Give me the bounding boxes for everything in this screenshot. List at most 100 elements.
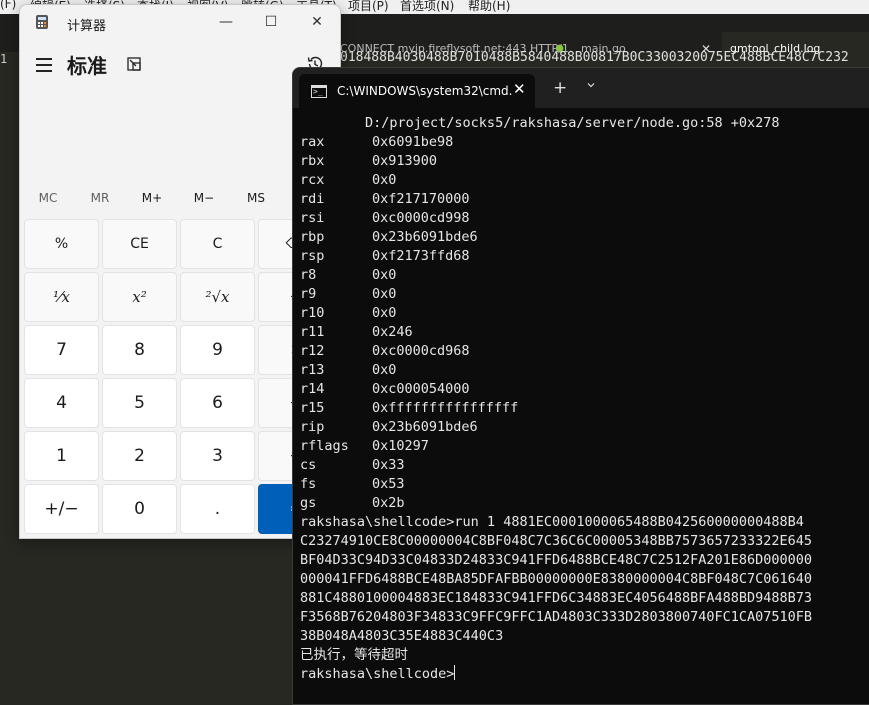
register-value: 0x0 [372,362,397,378]
digit-1-button[interactable]: 1 [24,431,99,481]
menu-project[interactable]: 项目(P) [348,0,389,14]
register-name: rsp [300,248,325,264]
register-name: rflags [300,438,349,454]
prompt-line[interactable]: rakshasa\shellcode> [300,665,812,684]
register-line: rbp 0x23b6091bde6 [300,228,812,247]
memory-recall-button[interactable]: MR [74,191,126,205]
calculator-app-icon [36,15,48,29]
digit-3-button[interactable]: 3 [180,431,255,481]
memory-add-button[interactable]: M+ [126,191,178,205]
register-name: rbx [300,153,325,169]
register-name: r13 [300,362,325,378]
register-value: 0x0 [372,286,397,302]
register-value: 0xc0000cd968 [372,343,470,359]
register-name: fs [300,476,317,492]
register-line: cs 0x33 [300,456,812,475]
register-name: r12 [300,343,325,359]
calculator-title: 计算器 [67,19,107,34]
register-value: 0x246 [372,324,413,340]
register-line: gs 0x2b [300,494,812,513]
register-line: rip 0x23b6091bde6 [300,418,812,437]
minimize-button[interactable]: — [210,11,242,33]
command-line: BF04D33C94D33C04833D24833C941FFD6488BCE4… [300,552,813,568]
chevron-down-icon[interactable] [587,81,595,89]
menu-help[interactable]: 帮助(H) [468,0,510,14]
reciprocal-button[interactable]: ¹⁄x [24,272,99,322]
digit-4-button[interactable]: 4 [24,378,99,428]
menu-preferences[interactable]: 首选项(N) [400,0,454,14]
cmd-icon: >_ [311,85,327,98]
clear-entry-button[interactable]: CE [102,219,177,269]
register-name: gs [300,495,317,511]
register-value: 0xffffffffffffffff [372,400,519,416]
register-name: rdi [300,191,325,207]
negate-button[interactable]: +/− [24,484,99,534]
percent-button[interactable]: % [24,219,99,269]
terminal-tab-cmd[interactable]: >_ C:\WINDOWS\system32\cmd. ✕ [299,74,535,108]
register-name: cs [300,457,317,473]
status-line: 已执行，等待超时 [300,647,408,663]
digit-7-button[interactable]: 7 [24,325,99,375]
new-tab-icon[interactable]: + [553,78,567,98]
register-line: r13 0x0 [300,361,812,380]
register-value: 0x0 [372,305,397,321]
memory-store-button[interactable]: MS [230,191,282,205]
line-number: 1 [0,52,8,66]
register-value: 0xc000054000 [372,381,470,397]
command-line: F3568B76204803F34833C9FFC9FFC1AD4803C333… [300,609,813,625]
minimize-icon: — [219,14,233,30]
register-name: rax [300,134,325,150]
digit-6-button[interactable]: 6 [180,378,255,428]
register-name: r10 [300,305,325,321]
command-line: 38B048A4803C35E4883C440C3 [300,628,504,644]
register-name: rbp [300,229,325,245]
digit-8-button[interactable]: 8 [102,325,177,375]
register-name: r14 [300,381,325,397]
memory-subtract-button[interactable]: M− [178,191,230,205]
menu-file-fragment[interactable]: (F) [0,0,16,11]
command-line: C23274910CE8C00000004C8BF048C7C36C6C0000… [300,533,813,549]
register-line: rflags 0x10297 [300,437,812,456]
digit-2-button[interactable]: 2 [102,431,177,481]
memory-clear-button[interactable]: MC [22,191,74,205]
square-button[interactable]: x² [102,272,177,322]
digit-5-button[interactable]: 5 [102,378,177,428]
register-value: 0x23b6091bde6 [372,419,478,435]
keep-on-top-icon[interactable] [127,57,141,71]
register-value: 0xc0000cd998 [372,210,470,226]
shell-prompt: rakshasa\shellcode> [300,666,455,682]
hamburger-menu-icon[interactable] [36,58,52,72]
register-value: 0xf2173ffd68 [372,248,470,264]
terminal-window: >_ C:\WINDOWS\system32\cmd. ✕ + D:/proje… [292,67,869,705]
register-line: rax 0x6091be98 [300,133,812,152]
maximize-icon: ☐ [264,14,278,30]
command-line: rakshasa\shellcode>run 1 4881EC000100006… [300,514,804,530]
calculator-titlebar[interactable]: 计算器 — ☐ ✕ [20,5,340,41]
calculator-mode-title: 标准 [67,54,107,78]
digit-0-button[interactable]: 0 [102,484,177,534]
register-value: 0x913900 [372,153,438,169]
register-name: rcx [300,172,325,188]
clear-button[interactable]: C [180,219,255,269]
command-line: 881C4880100004883EC184833C941FFD6C34883E… [300,590,813,606]
square-root-button[interactable]: ²√x [180,272,255,322]
decimal-button[interactable]: . [180,484,255,534]
register-line: r10 0x0 [300,304,812,323]
register-line: fs 0x53 [300,475,812,494]
digit-9-button[interactable]: 9 [180,325,255,375]
close-icon: ✕ [311,14,323,30]
close-icon[interactable]: ✕ [513,80,526,98]
register-name: r9 [300,286,317,302]
register-line: rsi 0xc0000cd998 [300,209,812,228]
register-value: 0x6091be98 [372,134,454,150]
register-line: r14 0xc000054000 [300,380,812,399]
terminal-tabbar[interactable]: >_ C:\WINDOWS\system32\cmd. ✕ + [293,68,869,108]
register-value: 0x10297 [372,438,429,454]
register-line: r11 0x246 [300,323,812,342]
terminal-output[interactable]: D:/project/socks5/rakshasa/server/node.g… [300,114,812,684]
close-button[interactable]: ✕ [301,11,333,33]
maximize-button[interactable]: ☐ [255,11,287,33]
register-value: 0x23b6091bde6 [372,229,478,245]
register-value: 0x33 [372,457,405,473]
register-value: 0x0 [372,267,397,283]
